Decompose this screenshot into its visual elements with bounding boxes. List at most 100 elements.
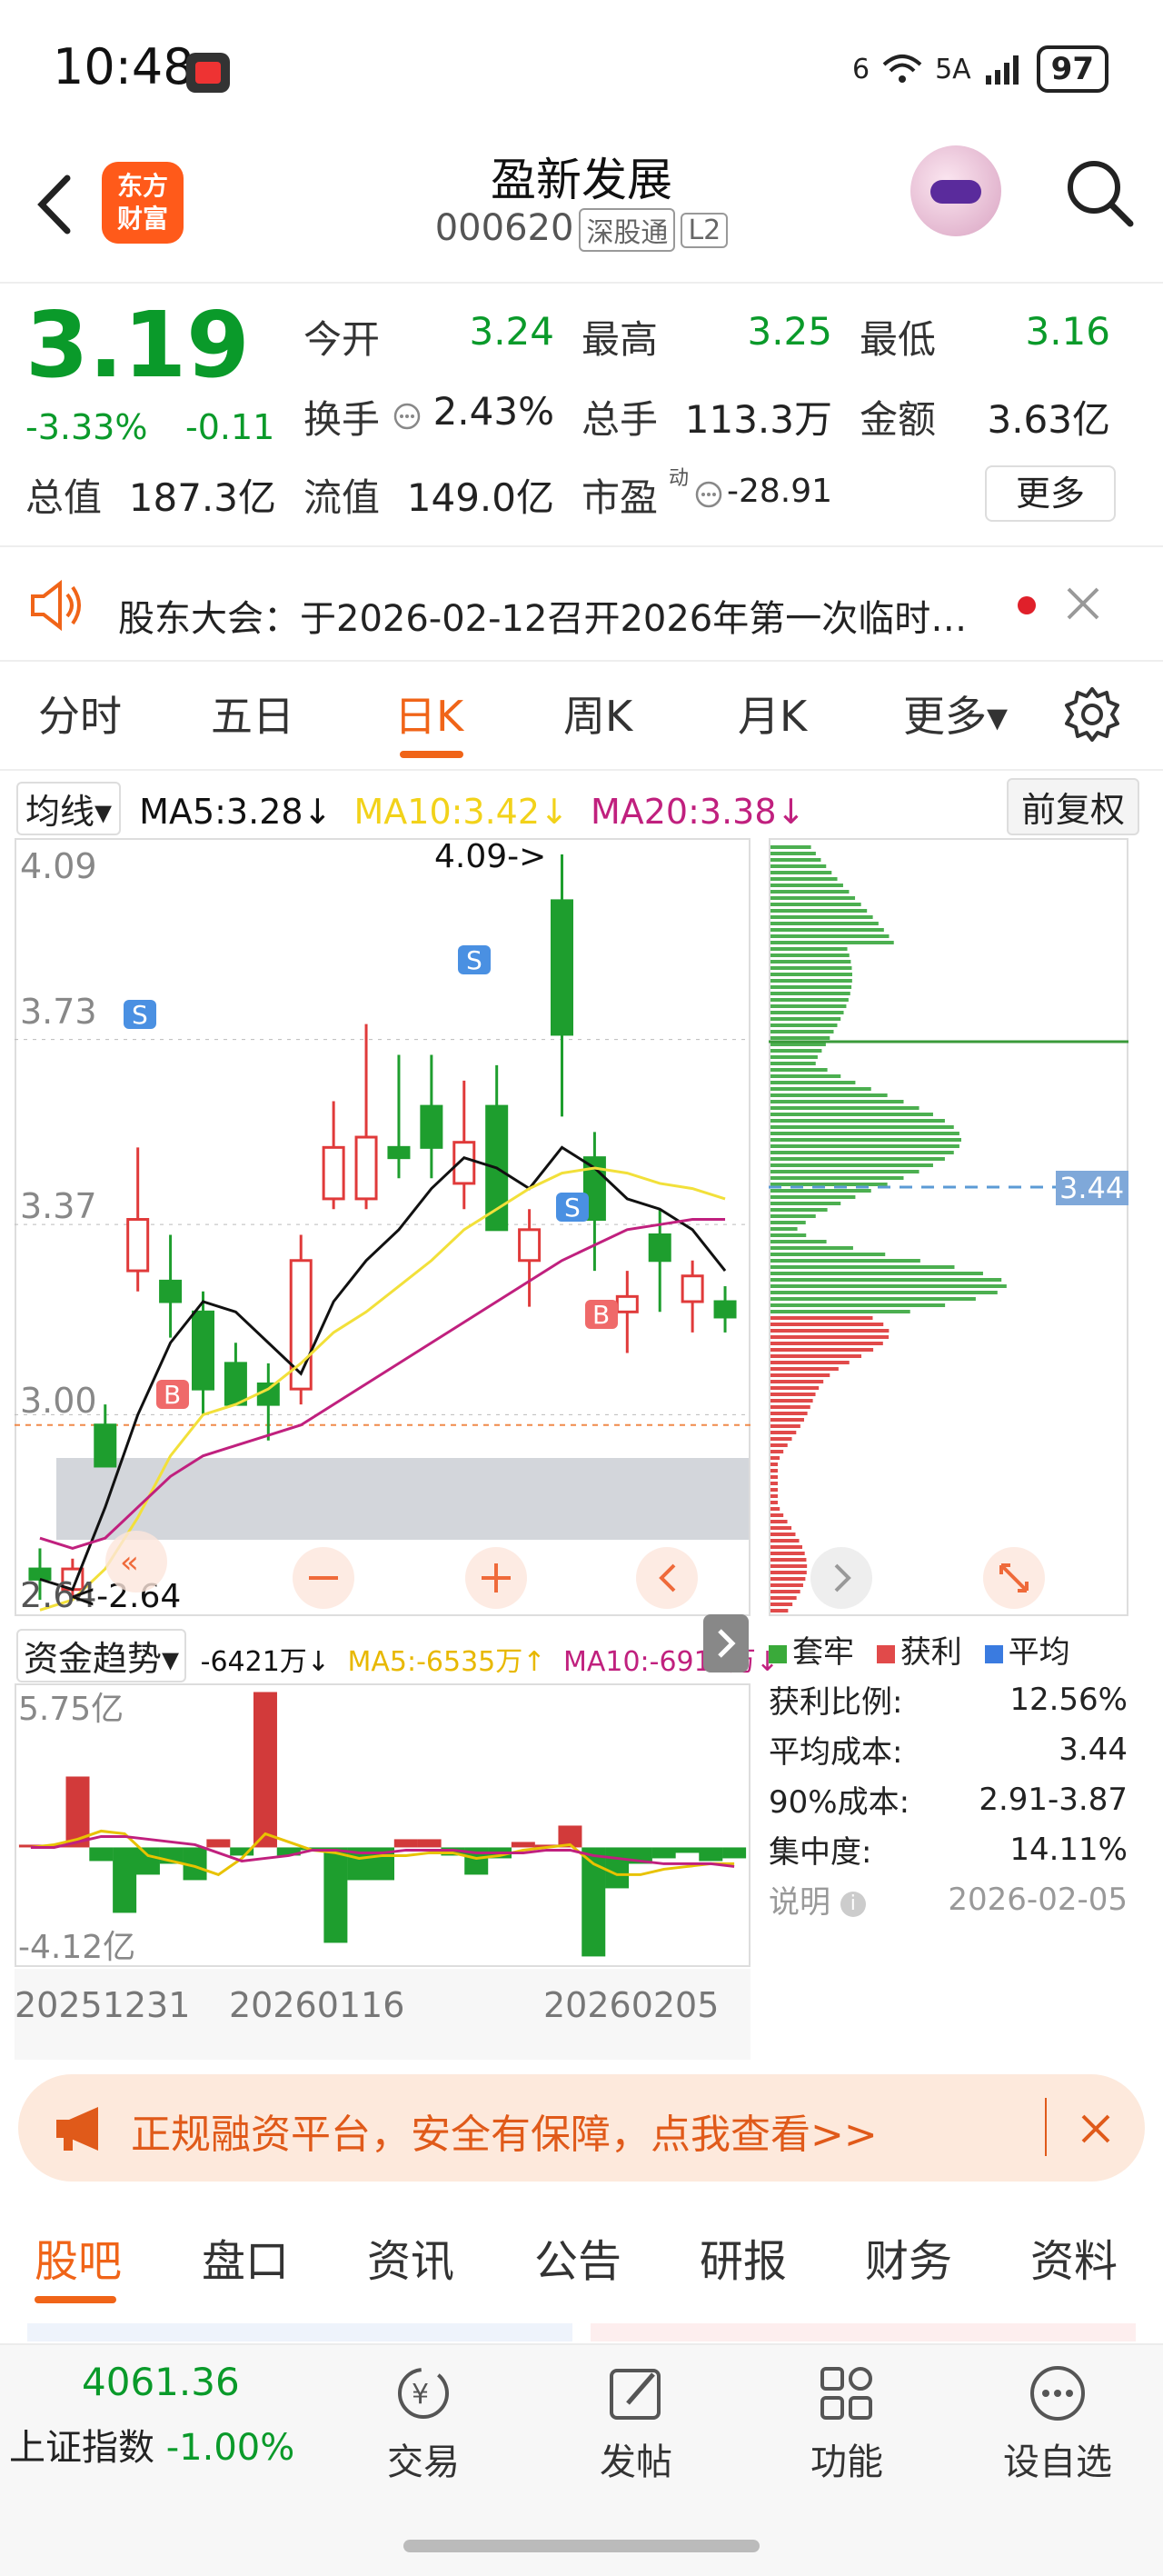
candle-body	[224, 1362, 247, 1406]
chip-bar-trapped	[770, 1189, 871, 1193]
pe-info-icon[interactable]	[694, 480, 723, 509]
chip-bar-trapped	[770, 941, 894, 944]
chip-bar-trapped	[770, 1062, 816, 1065]
stat-value: 2.91-3.87	[979, 1781, 1128, 1818]
chip-bar-trapped	[770, 1227, 798, 1231]
tab-profile[interactable]: 资料	[1030, 2225, 1118, 2289]
fund-bar	[206, 1839, 231, 1848]
active-tab-indicator	[400, 751, 463, 758]
chip-bar-trapped	[770, 1151, 954, 1154]
chip-bar-profit	[770, 1405, 810, 1409]
tab-guba[interactable]: 股吧	[35, 2225, 122, 2289]
tab-news[interactable]: 资讯	[367, 2225, 454, 2289]
chip-bar-profit	[770, 1590, 800, 1593]
function-button[interactable]: 功能	[783, 2363, 910, 2485]
indicator-selector[interactable]: 资金趋势▾	[16, 1629, 187, 1682]
search-icon[interactable]	[1063, 156, 1136, 229]
avg-cost-label: 3.44	[1059, 1171, 1124, 1205]
chip-bar-profit	[770, 1526, 792, 1530]
chip-bar-trapped	[770, 1233, 807, 1237]
chip-bar-trapped	[770, 954, 850, 957]
tab-intraday[interactable]: 分时	[38, 684, 122, 744]
chip-bar-trapped	[770, 1265, 955, 1269]
chip-bar-profit	[770, 1323, 884, 1326]
chip-bar-trapped	[770, 871, 832, 874]
chip-bar-profit	[770, 1571, 807, 1574]
chip-bar-profit	[770, 1596, 797, 1600]
stat-row: 集中度: 14.11%	[769, 1824, 1128, 1874]
ma5-value: MA5:3.28↓	[139, 792, 333, 832]
tab-finance[interactable]: 财务	[865, 2225, 952, 2289]
indicator-y-top: 5.75亿	[18, 1691, 124, 1728]
stat-value: 12.56%	[1009, 1681, 1128, 1718]
fund-trend-chart[interactable]: 5.75亿 -4.12亿	[15, 1683, 750, 1967]
ad-banner[interactable]: 正规融资平台，安全有保障，点我查看>>	[18, 2074, 1145, 2182]
low-value: 3.16	[1025, 309, 1110, 354]
chip-bar-trapped	[770, 890, 850, 894]
chip-bar-profit	[770, 1469, 778, 1473]
indicator-next-button[interactable]	[703, 1614, 749, 1672]
chip-bar-profit	[770, 1539, 800, 1543]
chip-bar-trapped	[770, 864, 827, 868]
sell-signal-label: S	[466, 945, 482, 975]
chip-bar-trapped	[770, 877, 838, 881]
notice-text[interactable]: 股东大会：于2026-02-12召开2026年第一次临时…	[118, 589, 1163, 685]
candle-body	[713, 1300, 737, 1319]
app-logo[interactable]: 东方 财富	[102, 162, 184, 244]
content-peek	[591, 2323, 1136, 2341]
kline-chart[interactable]: 4.09 3.73 3.37 3.00 2.64 4.09-> <-2.64 S…	[15, 838, 750, 1616]
add-watchlist-button[interactable]: 设自选	[994, 2363, 1121, 2485]
status-bar: 10:48 6 5A 97	[0, 0, 1163, 136]
tab-five-day[interactable]: 五日	[211, 684, 294, 744]
highlight-band	[56, 1458, 749, 1540]
tab-research[interactable]: 研报	[700, 2225, 787, 2289]
chip-bar-profit	[770, 1386, 820, 1390]
chip-bar-trapped	[770, 928, 884, 932]
tag-shengutong: 深股通	[579, 208, 676, 252]
index-value[interactable]: 4061.36	[82, 2360, 240, 2404]
more-quote-button[interactable]: 更多	[985, 465, 1116, 522]
adjust-button[interactable]: 前复权	[1006, 778, 1139, 835]
chip-bar-trapped	[770, 1055, 818, 1059]
chip-bar-trapped	[770, 852, 816, 855]
chip-bar-trapped	[770, 1049, 822, 1053]
chip-distribution-chart[interactable]: 3.44	[769, 838, 1128, 1616]
stat-note-row[interactable]: 说明 i 2026-02-05	[769, 1874, 1128, 1924]
chip-bar-profit	[770, 1520, 788, 1523]
chip-bar-profit	[770, 1316, 873, 1320]
chip-bar-profit	[770, 1513, 784, 1517]
fund-bar	[605, 1847, 630, 1889]
chip-bar-trapped	[770, 979, 852, 983]
assistant-robot-icon[interactable]	[910, 145, 1001, 236]
settings-gear-icon[interactable]	[1063, 685, 1121, 744]
ad-close-icon[interactable]	[1079, 2112, 1112, 2145]
volume-value: 113.3万	[684, 397, 832, 442]
scroll-left-icon[interactable]	[636, 1547, 698, 1609]
chip-bar-trapped	[770, 1036, 830, 1040]
low-label: 最低	[860, 317, 937, 362]
chip-next-icon[interactable]	[810, 1547, 872, 1609]
chip-bar-trapped	[770, 1272, 983, 1275]
tab-pankou[interactable]: 盘口	[202, 2225, 289, 2289]
fund-bar	[323, 1847, 348, 1943]
post-button[interactable]: 发帖	[572, 2363, 700, 2485]
ma-selector[interactable]: 均线▾	[16, 782, 122, 835]
tab-monthly-k[interactable]: 月K	[738, 684, 807, 744]
open-value: 3.24	[469, 309, 554, 354]
tab-announcements[interactable]: 公告	[534, 2225, 621, 2289]
info-icon[interactable]	[393, 402, 422, 431]
stat-row: 90%成本: 2.91-3.87	[769, 1774, 1128, 1824]
tab-more[interactable]: 更多▾	[903, 684, 1008, 744]
chip-bar-trapped	[770, 1011, 844, 1014]
close-icon[interactable]	[1065, 585, 1101, 622]
indicator-ma5: MA5:-6535万↑	[347, 1646, 546, 1678]
trade-button[interactable]: ¥ 交易	[360, 2363, 487, 2485]
tab-daily-k[interactable]: 日K	[394, 684, 463, 744]
high-label: 最高	[582, 317, 659, 362]
index-change: -1.00%	[165, 2427, 295, 2469]
back-icon[interactable]	[33, 173, 78, 236]
index-line[interactable]: 上证指数 -1.00%	[9, 2418, 294, 2471]
stock-code-line: 000620 深股通 L2	[309, 207, 854, 252]
fund-bar	[135, 1847, 160, 1875]
tab-weekly-k[interactable]: 周K	[563, 684, 632, 744]
